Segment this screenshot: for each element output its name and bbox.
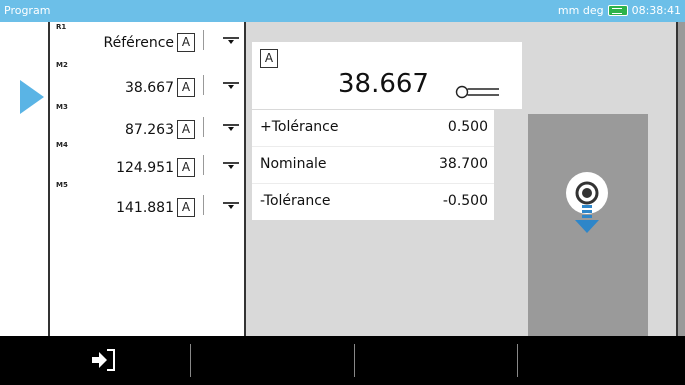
battery-icon <box>607 5 628 16</box>
toolbar-button-2[interactable] <box>191 336 354 385</box>
divider <box>203 195 204 215</box>
measurement-tag: M4 <box>56 141 68 149</box>
triangle-right-icon <box>20 80 44 114</box>
tolerance-table: +Tolérance 0.500 Nominale 38.700 -Toléra… <box>252 110 494 220</box>
mode-box[interactable]: A <box>260 49 278 68</box>
mode-box[interactable]: A <box>177 78 195 97</box>
tolerance-label: -Tolérance <box>260 193 331 209</box>
list-item-m2[interactable]: M2 38.667 A <box>50 60 244 102</box>
value-card: A 38.667 <box>252 42 522 109</box>
measurement-tag: M3 <box>56 103 68 111</box>
toolbar-button-4[interactable] <box>518 336 685 385</box>
measurement-detail-panel: A 38.667 +Tolérance 0.500 Nominale 38.70… <box>246 22 676 336</box>
tray-down-icon[interactable] <box>222 33 240 47</box>
probe-icon <box>455 84 501 99</box>
title-bar: Program mm deg 08:38:41 <box>0 0 685 22</box>
mode-box[interactable]: A <box>177 198 195 217</box>
bottom-toolbar <box>0 336 685 385</box>
tray-down-icon[interactable] <box>222 78 240 92</box>
exit-icon <box>92 349 115 371</box>
divider <box>203 155 204 175</box>
measurement-value: 87.263 <box>125 122 174 138</box>
measurement-value: 124.951 <box>116 160 174 176</box>
probe-tip-down-icon <box>557 169 617 239</box>
list-item-m5[interactable]: M5 141.881 A <box>50 180 244 222</box>
tolerance-row-lower[interactable]: -Tolérance -0.500 <box>252 184 494 220</box>
current-indicator-strip <box>0 22 50 336</box>
tray-down-icon[interactable] <box>222 198 240 212</box>
divider <box>203 75 204 95</box>
mode-box[interactable]: A <box>177 120 195 139</box>
divider <box>203 117 204 137</box>
mode-box[interactable]: A <box>177 158 195 177</box>
measurement-tag: M5 <box>56 181 68 189</box>
app-window: Program mm deg 08:38:41 R1 Référence A M… <box>0 0 685 385</box>
measurement-value: 141.881 <box>116 200 174 216</box>
tolerance-label: +Tolérance <box>260 119 339 135</box>
list-item-m4[interactable]: M4 124.951 A <box>50 140 244 182</box>
status-area: mm deg 08:38:41 <box>558 4 681 17</box>
toolbar-button-3[interactable] <box>355 336 517 385</box>
window-title: Program <box>4 4 51 17</box>
exit-button[interactable] <box>0 336 190 385</box>
tray-down-icon[interactable] <box>222 120 240 134</box>
clock: 08:38:41 <box>631 4 681 17</box>
measurement-tag: R1 <box>56 23 67 31</box>
right-scroll-strip <box>676 22 685 336</box>
current-value: 38.667 <box>338 69 429 99</box>
tolerance-row-nominal[interactable]: Nominale 38.700 <box>252 147 494 184</box>
tolerance-label: Nominale <box>260 156 327 172</box>
divider <box>203 30 204 50</box>
measurement-value: Référence <box>103 35 175 51</box>
measurement-list: R1 Référence A M2 38.667 A M3 87.263 A M… <box>50 22 244 336</box>
tolerance-value: -0.500 <box>442 193 488 209</box>
list-item-m3[interactable]: M3 87.263 A <box>50 102 244 144</box>
tolerance-row-upper[interactable]: +Tolérance 0.500 <box>252 110 494 147</box>
tolerance-value: 0.500 <box>447 119 488 135</box>
measurement-value: 38.667 <box>125 80 174 96</box>
tray-down-icon[interactable] <box>222 158 240 172</box>
measurement-tag: M2 <box>56 61 68 69</box>
units-label: mm deg <box>557 4 604 17</box>
mode-box[interactable]: A <box>177 33 195 52</box>
list-item-r1[interactable]: R1 Référence A <box>50 22 244 64</box>
position-gauge <box>528 114 648 336</box>
tolerance-value: 38.700 <box>439 156 488 172</box>
